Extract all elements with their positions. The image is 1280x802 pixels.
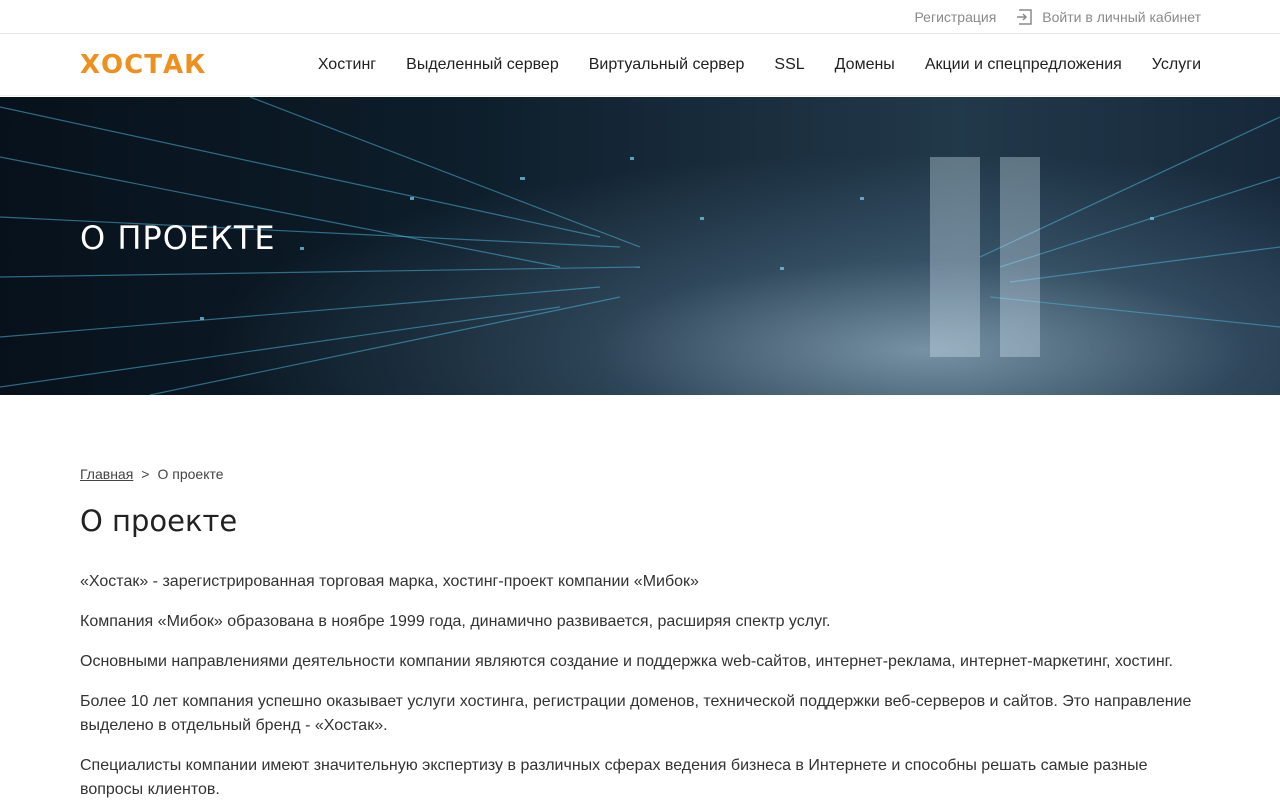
menu-item-promotions[interactable]: Акции и спецпредложения (925, 56, 1122, 74)
menu-item-domains[interactable]: Домены (835, 56, 895, 74)
main-menu: Хостинг Выделенный сервер Виртуальный се… (318, 34, 1201, 96)
paragraph: Основными направлениями деятельности ком… (80, 653, 1173, 670)
breadcrumb-home-link[interactable]: Главная (80, 466, 133, 482)
paragraph: «Хостак» - зарегистрированная торговая м… (80, 573, 699, 590)
breadcrumb: Главная > О проекте (80, 466, 1201, 482)
top-bar: Регистрация Войти в личный кабинет (0, 0, 1280, 34)
page-title: О проекте (80, 504, 238, 538)
menu-item-ssl[interactable]: SSL (774, 56, 804, 74)
paragraph: Более 10 лет компания успешно оказывает … (80, 693, 1192, 734)
paragraph: Компания «Мибок» образована в ноябре 199… (80, 613, 831, 630)
main-navbar: ХОСТАК Хостинг Выделенный сервер Виртуал… (0, 34, 1280, 96)
login-label: Войти в личный кабинет (1042, 9, 1201, 25)
menu-item-hosting[interactable]: Хостинг (318, 56, 376, 74)
paragraph: Специалисты компании имеют значительную … (80, 757, 1148, 798)
register-link[interactable]: Регистрация (914, 9, 996, 25)
menu-item-services[interactable]: Услуги (1152, 56, 1201, 74)
hero-banner: О ПРОЕКТЕ (0, 97, 1280, 395)
top-bar-links: Регистрация Войти в личный кабинет (914, 0, 1201, 34)
menu-item-dedicated-server[interactable]: Выделенный сервер (406, 56, 559, 74)
breadcrumb-separator: > (141, 466, 150, 482)
login-link[interactable]: Войти в личный кабинет (1016, 8, 1201, 26)
breadcrumb-current: О проекте (157, 466, 224, 482)
hero-title: О ПРОЕКТЕ (80, 219, 276, 257)
main-content: Главная > О проекте О проекте «Хостак» -… (80, 466, 1201, 802)
logo[interactable]: ХОСТАК (80, 50, 206, 80)
login-icon (1017, 9, 1033, 25)
menu-item-virtual-server[interactable]: Виртуальный сервер (589, 56, 745, 74)
